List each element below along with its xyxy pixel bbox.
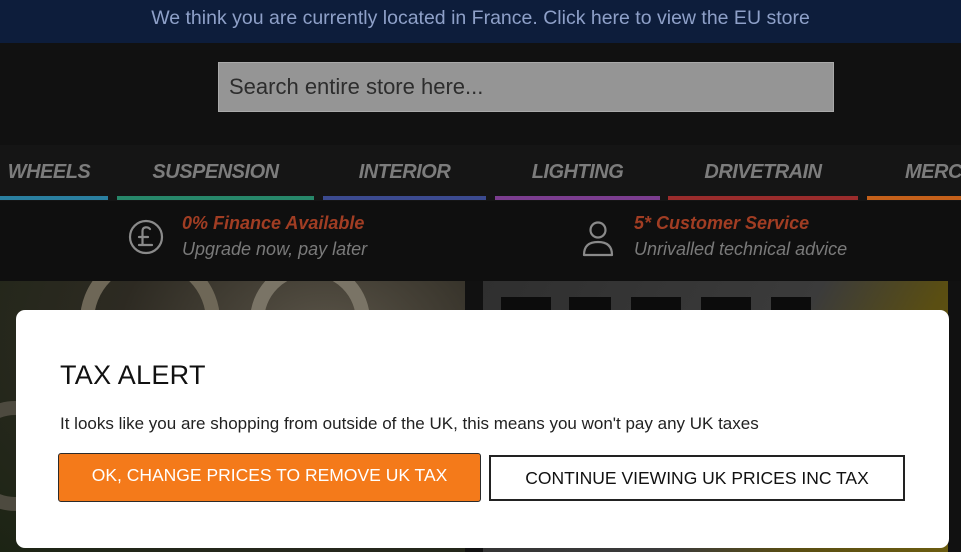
- remove-uk-tax-button[interactable]: OK, CHANGE PRICES TO REMOVE UK TAX: [58, 453, 481, 502]
- usp-title: 5* Customer Service: [634, 213, 810, 233]
- geo-store-banner[interactable]: We think you are currently located in Fr…: [0, 0, 961, 43]
- nav-item-lighting[interactable]: LIGHTING: [495, 145, 660, 201]
- nav-item-label: LIGHTING: [531, 161, 624, 183]
- pound-icon: [128, 217, 164, 257]
- nav-color-bar: [495, 196, 660, 200]
- usp-customer-service: 5* Customer Service Unrivalled technical…: [580, 213, 900, 269]
- modal-message: It looks like you are shopping from outs…: [60, 414, 759, 433]
- usp-subtitle: Unrivalled technical advice: [634, 239, 848, 259]
- user-icon: [580, 217, 616, 257]
- nav-item-label: WHEELS: [7, 161, 91, 183]
- nav-item-label: SUSPENSION: [152, 161, 279, 183]
- usp-finance: 0% Finance Available Upgrade now, pay la…: [128, 213, 428, 269]
- nav-color-bar: [867, 196, 961, 200]
- nav-color-bar: [668, 196, 858, 200]
- main-nav: WHEELS SUSPENSION INTERIOR LIGHTING DRIV…: [0, 145, 961, 201]
- nav-item-label: INTERIOR: [358, 161, 451, 183]
- tax-alert-modal: TAX ALERT It looks like you are shopping…: [16, 310, 949, 548]
- usp-title: 0% Finance Available: [182, 213, 365, 233]
- nav-item-drivetrain[interactable]: DRIVETRAIN: [668, 145, 858, 201]
- nav-item-label: DRIVETRAIN: [704, 161, 822, 183]
- nav-color-bar: [0, 196, 108, 200]
- nav-item-merch[interactable]: MERCH: [867, 145, 961, 201]
- nav-item-wheels[interactable]: WHEELS: [0, 145, 108, 201]
- modal-title: TAX ALERT: [60, 360, 206, 390]
- nav-color-bar: [117, 196, 314, 200]
- nav-item-label: MERCH: [905, 161, 961, 183]
- continue-uk-prices-button[interactable]: CONTINUE VIEWING UK PRICES INC TAX: [489, 455, 905, 501]
- nav-color-bar: [323, 196, 486, 200]
- page: We think you are currently located in Fr…: [0, 0, 961, 552]
- nav-item-interior[interactable]: INTERIOR: [323, 145, 486, 201]
- usp-subtitle: Upgrade now, pay later: [182, 239, 368, 259]
- search-bar: [218, 62, 834, 112]
- nav-item-suspension[interactable]: SUSPENSION: [117, 145, 314, 201]
- search-input[interactable]: [218, 62, 834, 112]
- usp-row: 0% Finance Available Upgrade now, pay la…: [0, 201, 961, 281]
